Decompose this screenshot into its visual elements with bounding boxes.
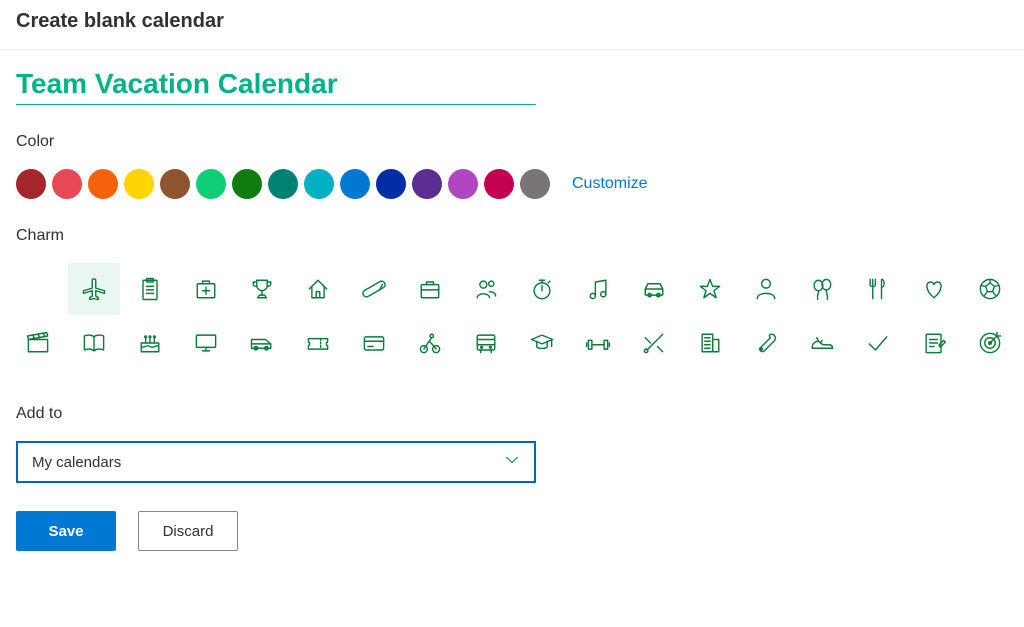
charm-airplane[interactable] (68, 263, 120, 315)
color-swatch-11[interactable] (412, 169, 442, 199)
briefcase-icon (416, 275, 444, 303)
clapperboard-icon (24, 329, 52, 357)
ticket-icon (304, 329, 332, 357)
charm-none[interactable] (12, 263, 64, 315)
charm-graduation[interactable] (516, 317, 568, 369)
color-swatch-3[interactable] (124, 169, 154, 199)
credit-card-icon (360, 329, 388, 357)
color-swatch-13[interactable] (484, 169, 514, 199)
charm-people[interactable] (460, 263, 512, 315)
charm-grid (12, 263, 1008, 371)
trophy-icon (248, 275, 276, 303)
discard-button[interactable]: Discard (138, 511, 238, 551)
charm-person[interactable] (740, 263, 792, 315)
charm-soccer[interactable] (964, 263, 1016, 315)
charm-credit-card[interactable] (348, 317, 400, 369)
tools-icon (640, 329, 668, 357)
heart-icon (920, 275, 948, 303)
people-icon (472, 275, 500, 303)
charm-fork-knife[interactable] (852, 263, 904, 315)
add-to-section-label: Add to (16, 405, 1008, 423)
pill-icon (360, 275, 388, 303)
color-swatch-5[interactable] (196, 169, 226, 199)
charm-first-aid[interactable] (180, 263, 232, 315)
notepad-icon (920, 329, 948, 357)
target-icon (976, 329, 1004, 357)
home-icon (304, 275, 332, 303)
charm-heart[interactable] (908, 263, 960, 315)
color-swatch-14[interactable] (520, 169, 550, 199)
charm-monitor[interactable] (180, 317, 232, 369)
save-button[interactable]: Save (16, 511, 116, 551)
book-icon (80, 329, 108, 357)
charm-home[interactable] (292, 263, 344, 315)
charm-briefcase[interactable] (404, 263, 456, 315)
balloons-icon (808, 275, 836, 303)
color-swatch-4[interactable] (160, 169, 190, 199)
charm-ticket[interactable] (292, 317, 344, 369)
charm-van[interactable] (236, 317, 288, 369)
charm-clipboard[interactable] (124, 263, 176, 315)
chevron-down-icon (504, 452, 520, 472)
checkmark-icon (864, 329, 892, 357)
color-section-label: Color (16, 133, 1008, 151)
car-icon (640, 275, 668, 303)
calendar-name-input[interactable] (16, 68, 536, 105)
charm-cycling[interactable] (404, 317, 456, 369)
person-icon (752, 275, 780, 303)
charm-running-shoe[interactable] (796, 317, 848, 369)
add-to-select[interactable]: My calendars (16, 441, 536, 483)
charm-stopwatch[interactable] (516, 263, 568, 315)
running-shoe-icon (808, 329, 836, 357)
charm-balloons[interactable] (796, 263, 848, 315)
van-icon (248, 329, 276, 357)
monitor-icon (192, 329, 220, 357)
customize-link[interactable]: Customize (572, 175, 648, 193)
charm-section-label: Charm (16, 227, 1008, 245)
charm-wrench[interactable] (740, 317, 792, 369)
charm-car[interactable] (628, 263, 680, 315)
music-icon (584, 275, 612, 303)
star-icon (696, 275, 724, 303)
dumbbell-icon (584, 329, 612, 357)
color-swatch-7[interactable] (268, 169, 298, 199)
charm-tools[interactable] (628, 317, 680, 369)
color-swatch-0[interactable] (16, 169, 46, 199)
graduation-icon (528, 329, 556, 357)
soccer-icon (976, 275, 1004, 303)
color-swatch-2[interactable] (88, 169, 118, 199)
charm-notepad[interactable] (908, 317, 960, 369)
color-swatch-12[interactable] (448, 169, 478, 199)
cycling-icon (416, 329, 444, 357)
color-row: Customize (16, 169, 1008, 199)
page-title: Create blank calendar (0, 0, 1024, 50)
charm-bus[interactable] (460, 317, 512, 369)
first-aid-icon (192, 275, 220, 303)
charm-book[interactable] (68, 317, 120, 369)
charm-star[interactable] (684, 263, 736, 315)
wrench-icon (752, 329, 780, 357)
stopwatch-icon (528, 275, 556, 303)
charm-dumbbell[interactable] (572, 317, 624, 369)
color-swatch-9[interactable] (340, 169, 370, 199)
add-to-value: My calendars (32, 454, 121, 471)
airplane-icon (80, 275, 108, 303)
color-swatch-8[interactable] (304, 169, 334, 199)
fork-knife-icon (864, 275, 892, 303)
color-swatch-10[interactable] (376, 169, 406, 199)
charm-checkmark[interactable] (852, 317, 904, 369)
building-icon (696, 329, 724, 357)
bus-icon (472, 329, 500, 357)
charm-pill[interactable] (348, 263, 400, 315)
charm-trophy[interactable] (236, 263, 288, 315)
charm-target[interactable] (964, 317, 1016, 369)
charm-clapperboard[interactable] (12, 317, 64, 369)
clipboard-icon (136, 275, 164, 303)
charm-building[interactable] (684, 317, 736, 369)
color-swatch-6[interactable] (232, 169, 262, 199)
color-swatch-1[interactable] (52, 169, 82, 199)
charm-music[interactable] (572, 263, 624, 315)
cake-icon (136, 329, 164, 357)
charm-cake[interactable] (124, 317, 176, 369)
